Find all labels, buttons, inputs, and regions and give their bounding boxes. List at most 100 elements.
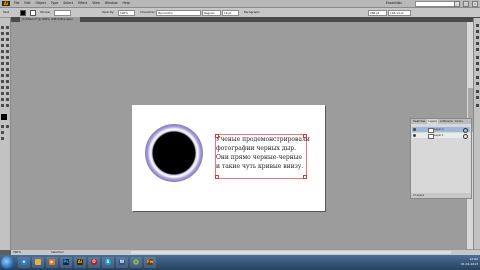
swatches-panel-icon[interactable] (475, 36, 479, 39)
taskbar-ie[interactable]: e (18, 257, 30, 268)
zoom-tool-icon[interactable] (5, 104, 9, 107)
start-button[interactable] (1, 256, 14, 269)
fill-color-icon[interactable] (1, 114, 7, 120)
taskbar-fireworks[interactable]: Fw (144, 257, 156, 268)
layer-row-2[interactable]: Layer 2 (412, 127, 470, 133)
width-tool-icon[interactable] (1, 68, 4, 71)
symbol-sprayer-tool-icon[interactable] (1, 92, 4, 95)
pen-tool-icon[interactable] (1, 38, 4, 41)
selection-tool-icon[interactable] (1, 26, 4, 29)
appearance-panel-icon[interactable] (475, 76, 479, 79)
stroke-swatch[interactable] (30, 10, 36, 16)
artboards-panel-icon[interactable] (475, 96, 479, 99)
eyedropper-tool-icon[interactable] (1, 86, 4, 89)
layer-target-icon[interactable] (463, 134, 468, 139)
tab-swatches[interactable]: Swatches (413, 119, 425, 124)
tab-colors[interactable]: Colors (455, 119, 463, 124)
menu-window[interactable]: Window (105, 1, 118, 6)
menu-edit[interactable]: Edit (24, 1, 30, 6)
text-frame[interactable]: Ученые продемонстрировали фотографии чер… (215, 134, 310, 179)
tab-layers[interactable]: Layers (427, 119, 438, 124)
rectangle-tool-icon[interactable] (5, 44, 9, 47)
layers-panel-icon[interactable] (475, 90, 479, 93)
line-tool-icon[interactable] (1, 44, 4, 47)
menu-type[interactable]: Type (51, 1, 58, 6)
taskbar-illustrator[interactable]: Ai (74, 257, 86, 268)
visibility-eye-icon[interactable] (413, 128, 416, 131)
draw-mode-icon[interactable] (1, 131, 4, 134)
gradient-panel-icon[interactable] (475, 62, 479, 65)
rotate-tool-icon[interactable] (1, 62, 4, 65)
visibility-eye-icon[interactable] (413, 134, 416, 137)
pencil-tool-icon[interactable] (5, 50, 9, 53)
blend-tool-icon[interactable] (5, 86, 9, 89)
bounding-handle[interactable] (303, 175, 307, 179)
symbols-panel-icon[interactable] (475, 48, 479, 51)
mesh-tool-icon[interactable] (1, 80, 4, 83)
color-guide-panel-icon[interactable] (475, 30, 479, 33)
font-size-field[interactable]: 16 pt (222, 10, 239, 16)
brushes-panel-icon[interactable] (475, 42, 479, 45)
graphic-styles-panel-icon[interactable] (475, 82, 479, 85)
scale-tool-icon[interactable] (5, 62, 9, 65)
canvas-area[interactable]: Ученые продемонстрировали фотографии чер… (11, 22, 466, 249)
color-panel-icon[interactable] (475, 24, 479, 27)
system-tray[interactable]: 12:00 01.01.2013 (418, 257, 478, 268)
width-field[interactable]: 286 pt (368, 10, 387, 16)
menu-object[interactable]: Object (36, 1, 46, 6)
free-transform-tool-icon[interactable] (5, 68, 9, 71)
bounding-handle[interactable] (215, 175, 219, 179)
bounding-handle[interactable] (303, 134, 307, 138)
blob-brush-tool-icon[interactable] (1, 56, 4, 59)
minimize-icon[interactable]: – (454, 1, 460, 7)
lasso-tool-icon[interactable] (5, 32, 9, 35)
close-icon[interactable]: × (472, 1, 478, 7)
hand-tool-icon[interactable] (1, 104, 4, 107)
shape-builder-tool-icon[interactable] (1, 74, 4, 77)
taskbar-skype[interactable]: S (102, 257, 114, 268)
tab-artboards[interactable]: Artboards (440, 119, 453, 124)
slice-tool-icon[interactable] (5, 98, 9, 101)
font-style-dropdown[interactable]: Regular (202, 10, 221, 16)
type-tool-icon[interactable] (5, 38, 9, 41)
taskbar-media[interactable]: ▶ (46, 257, 58, 268)
height-field[interactable]: 118,14 pt (388, 10, 411, 16)
taskbar-word[interactable]: W (116, 257, 128, 268)
stroke-weight-field[interactable] (54, 10, 71, 16)
gradient-mode-icon[interactable] (5, 125, 9, 128)
magic-wand-tool-icon[interactable] (1, 32, 4, 35)
layer-row-1[interactable]: Layer 1 (412, 133, 470, 139)
perspective-grid-tool-icon[interactable] (5, 74, 9, 77)
menu-view[interactable]: View (92, 1, 100, 6)
stroke-panel-icon[interactable] (475, 56, 479, 59)
font-family-dropdown[interactable]: Myriad Pro (156, 10, 201, 16)
artboard[interactable]: Ученые продемонстрировали фотографии чер… (132, 105, 325, 211)
layer-name: Layer 1 (434, 134, 444, 137)
color-mode-icon[interactable] (1, 125, 4, 128)
search-input[interactable] (415, 1, 455, 7)
horizontal-scrollbar[interactable] (131, 251, 451, 254)
menu-select[interactable]: Select (63, 1, 73, 6)
bounding-handle[interactable] (215, 134, 219, 138)
taskbar-opera[interactable]: O (88, 257, 100, 268)
menu-effect[interactable]: Effect (78, 1, 87, 6)
transparency-panel-icon[interactable] (475, 68, 479, 71)
eraser-tool-icon[interactable] (5, 56, 9, 59)
black-hole-illustration[interactable] (145, 124, 203, 182)
menu-help[interactable]: Help (122, 1, 129, 6)
workspace-switcher[interactable]: Essentials (386, 1, 402, 6)
taskbar-chrome[interactable] (130, 257, 142, 268)
direct-selection-tool-icon[interactable] (5, 26, 9, 29)
type-panel-icon[interactable] (475, 104, 479, 107)
graph-tool-icon[interactable] (5, 92, 9, 95)
maximize-icon[interactable]: □ (463, 1, 469, 7)
fill-swatch[interactable] (20, 10, 26, 16)
menu-file[interactable]: File (14, 1, 19, 6)
paintbrush-tool-icon[interactable] (1, 50, 4, 53)
gradient-tool-icon[interactable] (5, 80, 9, 83)
taskbar-photoshop[interactable]: Ps (60, 257, 72, 268)
taskbar-explorer[interactable] (32, 257, 44, 268)
artboard-tool-icon[interactable] (1, 98, 4, 101)
screen-mode-icon[interactable] (1, 137, 4, 140)
opacity-field[interactable]: 100% (118, 10, 135, 16)
